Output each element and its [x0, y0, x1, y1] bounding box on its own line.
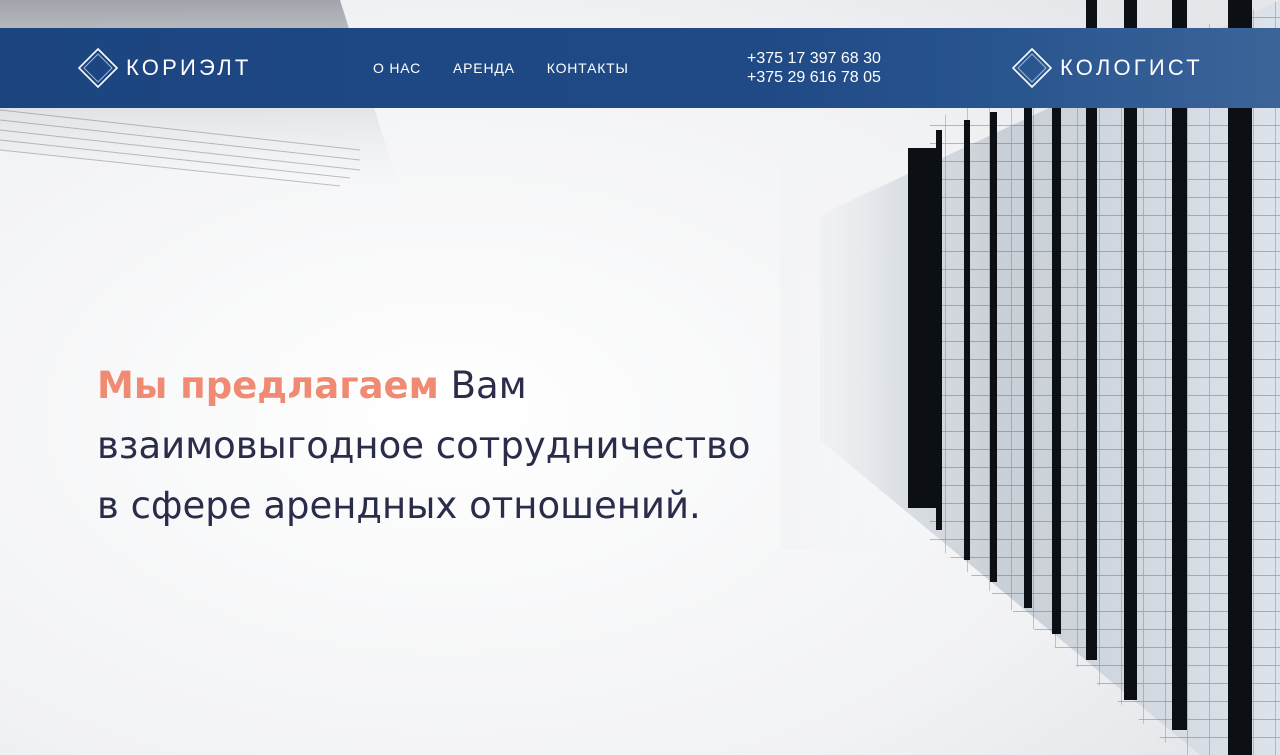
- site-header: КОРИЭЛТ О НАС АРЕНДА КОНТАКТЫ +375 17 39…: [0, 28, 1280, 108]
- nav-link-about[interactable]: О НАС: [373, 60, 421, 76]
- headline-line-2: взаимовыгодное сотрудничество: [97, 424, 751, 467]
- headline-rest: Вам: [450, 364, 527, 407]
- headline-line-3: в сфере арендных отношений.: [97, 484, 701, 527]
- logo-right-text: КОЛОГИСТ: [1060, 55, 1203, 80]
- logo-left-text: КОРИЭЛТ: [126, 55, 252, 80]
- logo-koriealt[interactable]: КОРИЭЛТ: [76, 28, 252, 108]
- nav-link-rent[interactable]: АРЕНДА: [453, 60, 515, 76]
- main-nav: О НАС АРЕНДА КОНТАКТЫ: [373, 28, 661, 108]
- diamond-logo-icon: [1011, 47, 1053, 89]
- diamond-logo-icon: [77, 47, 119, 89]
- nav-link-contacts[interactable]: КОНТАКТЫ: [547, 60, 629, 76]
- phone-numbers: +375 17 397 68 30 +375 29 616 78 05: [747, 49, 881, 87]
- headline-accent: Мы предлагаем: [97, 364, 439, 407]
- phone-number-1[interactable]: +375 17 397 68 30: [747, 49, 881, 68]
- logo-kologist[interactable]: КОЛОГИСТ: [1010, 28, 1203, 108]
- hero-headline: Мы предлагаем Вам взаимовыгодное сотрудни…: [97, 356, 857, 536]
- phone-number-2[interactable]: +375 29 616 78 05: [747, 68, 881, 87]
